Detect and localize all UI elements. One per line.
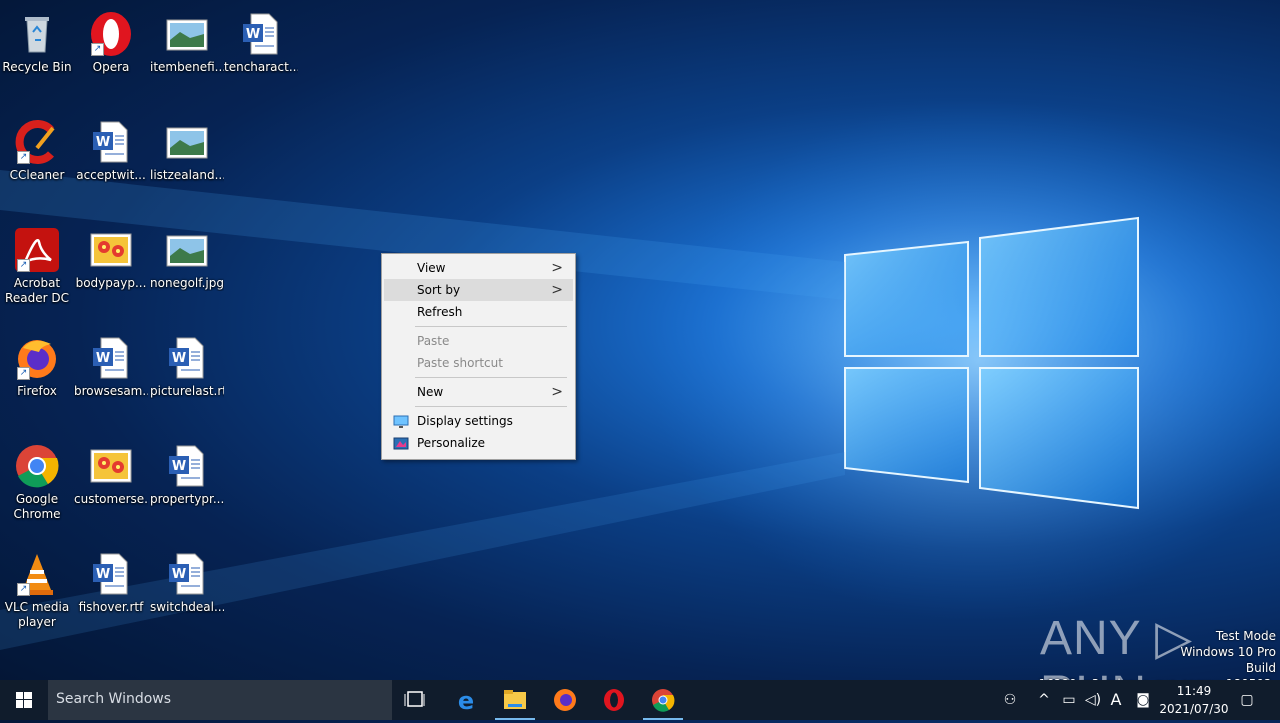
- clock-time: 11:49: [1176, 684, 1212, 698]
- menu-separator: [415, 377, 567, 378]
- chrome-icon: [652, 689, 675, 712]
- svg-text:W: W: [96, 567, 110, 582]
- taskbar-chrome-button[interactable]: [639, 680, 687, 720]
- menu-separator: [415, 406, 567, 407]
- menu-item-refresh[interactable]: Refresh: [384, 301, 573, 323]
- volume-icon[interactable]: ◁): [1082, 680, 1104, 720]
- chrome-icon: [13, 442, 61, 490]
- desktop-icon-customerse[interactable]: customerse...: [74, 436, 148, 507]
- action-center-icon[interactable]: ▢: [1236, 680, 1258, 720]
- menu-item-new[interactable]: New >: [384, 381, 573, 403]
- defender-icon[interactable]: ◙: [1132, 680, 1154, 720]
- word-doc-icon: W: [163, 550, 211, 598]
- desktop-icon-nonegolf[interactable]: nonegolf.jpg: [150, 220, 224, 291]
- desktop-icon-acceptwit[interactable]: W acceptwit...: [74, 112, 148, 183]
- chevron-up-icon[interactable]: ^: [1034, 680, 1054, 720]
- vlc-icon: ↗: [13, 550, 61, 598]
- word-doc-icon: W: [87, 550, 135, 598]
- svg-text:W: W: [172, 459, 186, 474]
- menu-item-view[interactable]: View >: [384, 257, 573, 279]
- desktop-icon-listzealand[interactable]: listzealand....: [150, 112, 224, 183]
- desktop-icon-recycle-bin[interactable]: Recycle Bin: [0, 4, 74, 75]
- svg-text:W: W: [96, 351, 110, 366]
- desktop-icon-fishover[interactable]: W fishover.rtf: [74, 544, 148, 615]
- svg-text:W: W: [172, 351, 186, 366]
- desktop-icon-acrobat[interactable]: ↗ Acrobat Reader DC: [0, 220, 74, 306]
- word-doc-icon: W: [87, 334, 135, 382]
- ime-indicator[interactable]: A: [1106, 680, 1126, 720]
- people-icon[interactable]: ⚇: [996, 680, 1024, 720]
- shortcut-arrow-icon: ↗: [17, 367, 30, 380]
- shortcut-arrow-icon: ↗: [91, 43, 104, 56]
- word-doc-icon: W: [163, 442, 211, 490]
- taskbar: Search Windows e ⚇ ^ ▭ ◁) A ◙ 11:49 2021…: [0, 680, 1280, 720]
- edge-icon: e: [458, 687, 474, 715]
- desktop-icon-tencharact[interactable]: W tencharact...: [224, 4, 298, 75]
- desktop-icon-propertypr[interactable]: W propertypr...: [150, 436, 224, 507]
- desktop-context-menu: View > Sort by > Refresh Paste Paste sho…: [381, 253, 576, 460]
- shortcut-arrow-icon: ↗: [17, 583, 30, 596]
- image-file-icon: [163, 226, 211, 274]
- personalize-icon: [393, 436, 409, 450]
- svg-text:W: W: [172, 567, 186, 582]
- menu-separator: [415, 326, 567, 327]
- desktop-icon-browsesam[interactable]: W browsesam...: [74, 328, 148, 399]
- taskbar-opera-button[interactable]: [590, 680, 638, 720]
- desktop-icon-chrome[interactable]: Google Chrome: [0, 436, 74, 522]
- desktop-icon-bodypayp[interactable]: bodypayp...: [74, 220, 148, 291]
- file-explorer-icon: [504, 690, 526, 709]
- svg-text:e: e: [458, 687, 474, 715]
- taskbar-edge-button[interactable]: e: [442, 680, 490, 720]
- display-icon: [393, 414, 409, 428]
- desktop-icon-picturelast[interactable]: W picturelast.rtf: [150, 328, 224, 399]
- firefox-icon: ↗: [13, 334, 61, 382]
- image-file-icon: [163, 10, 211, 58]
- image-file-icon: [163, 118, 211, 166]
- menu-item-sort-by[interactable]: Sort by >: [384, 279, 573, 301]
- firefox-icon: [554, 689, 576, 711]
- taskbar-clock[interactable]: 11:49 2021/07/30: [1158, 682, 1230, 718]
- desktop-icon-firefox[interactable]: ↗ Firefox: [0, 328, 74, 399]
- svg-text:W: W: [96, 135, 110, 150]
- menu-item-paste-shortcut: Paste shortcut: [417, 356, 503, 370]
- menu-item-paste: Paste: [417, 334, 450, 348]
- desktop-icon-itembenefi[interactable]: itembenefi...: [150, 4, 224, 75]
- word-doc-icon: W: [237, 10, 285, 58]
- opera-icon: ↗: [87, 10, 135, 58]
- task-view-button[interactable]: [392, 680, 440, 720]
- menu-item-personalize[interactable]: Personalize: [384, 432, 573, 454]
- flower-image-icon: [87, 442, 135, 490]
- word-doc-icon: W: [87, 118, 135, 166]
- svg-text:W: W: [246, 27, 260, 42]
- task-view-icon: [404, 691, 425, 707]
- network-icon[interactable]: ▭: [1058, 680, 1080, 720]
- desktop-icon-switchdeal[interactable]: W switchdeal...: [150, 544, 224, 615]
- recycle-bin-icon: [13, 10, 61, 58]
- taskbar-firefox-button[interactable]: [541, 680, 589, 720]
- flower-image-icon: [87, 226, 135, 274]
- chevron-right-icon: >: [551, 384, 563, 400]
- acrobat-icon: ↗: [13, 226, 61, 274]
- windows-start-icon: [16, 692, 32, 708]
- shortcut-arrow-icon: ↗: [17, 151, 30, 164]
- word-doc-icon: W: [163, 334, 211, 382]
- desktop-icon-ccleaner[interactable]: ↗ CCleaner: [0, 112, 74, 183]
- clock-date: 2021/07/30: [1159, 702, 1229, 716]
- taskbar-search-box[interactable]: Search Windows: [48, 680, 392, 720]
- taskbar-file-explorer-button[interactable]: [491, 680, 539, 720]
- ccleaner-icon: ↗: [13, 118, 61, 166]
- desktop-icon-opera[interactable]: ↗ Opera: [74, 4, 148, 75]
- shortcut-arrow-icon: ↗: [17, 259, 30, 272]
- opera-icon: [604, 689, 624, 711]
- chevron-right-icon: >: [551, 260, 563, 276]
- start-button[interactable]: [0, 680, 48, 720]
- menu-item-display-settings[interactable]: Display settings: [384, 410, 573, 432]
- desktop-icon-vlc[interactable]: ↗ VLC media player: [0, 544, 74, 630]
- chevron-right-icon: >: [551, 282, 563, 298]
